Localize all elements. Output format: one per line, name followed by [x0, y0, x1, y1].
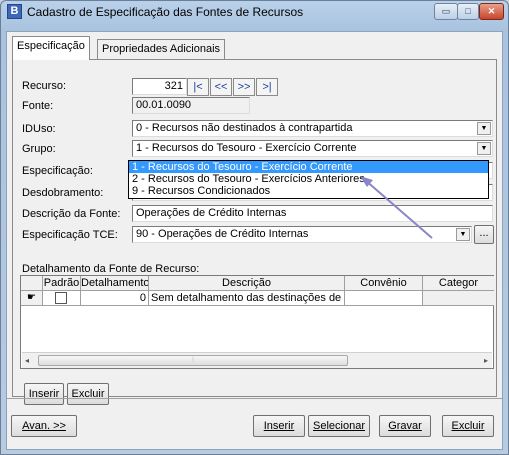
- annotation-arrow-icon: [360, 176, 433, 239]
